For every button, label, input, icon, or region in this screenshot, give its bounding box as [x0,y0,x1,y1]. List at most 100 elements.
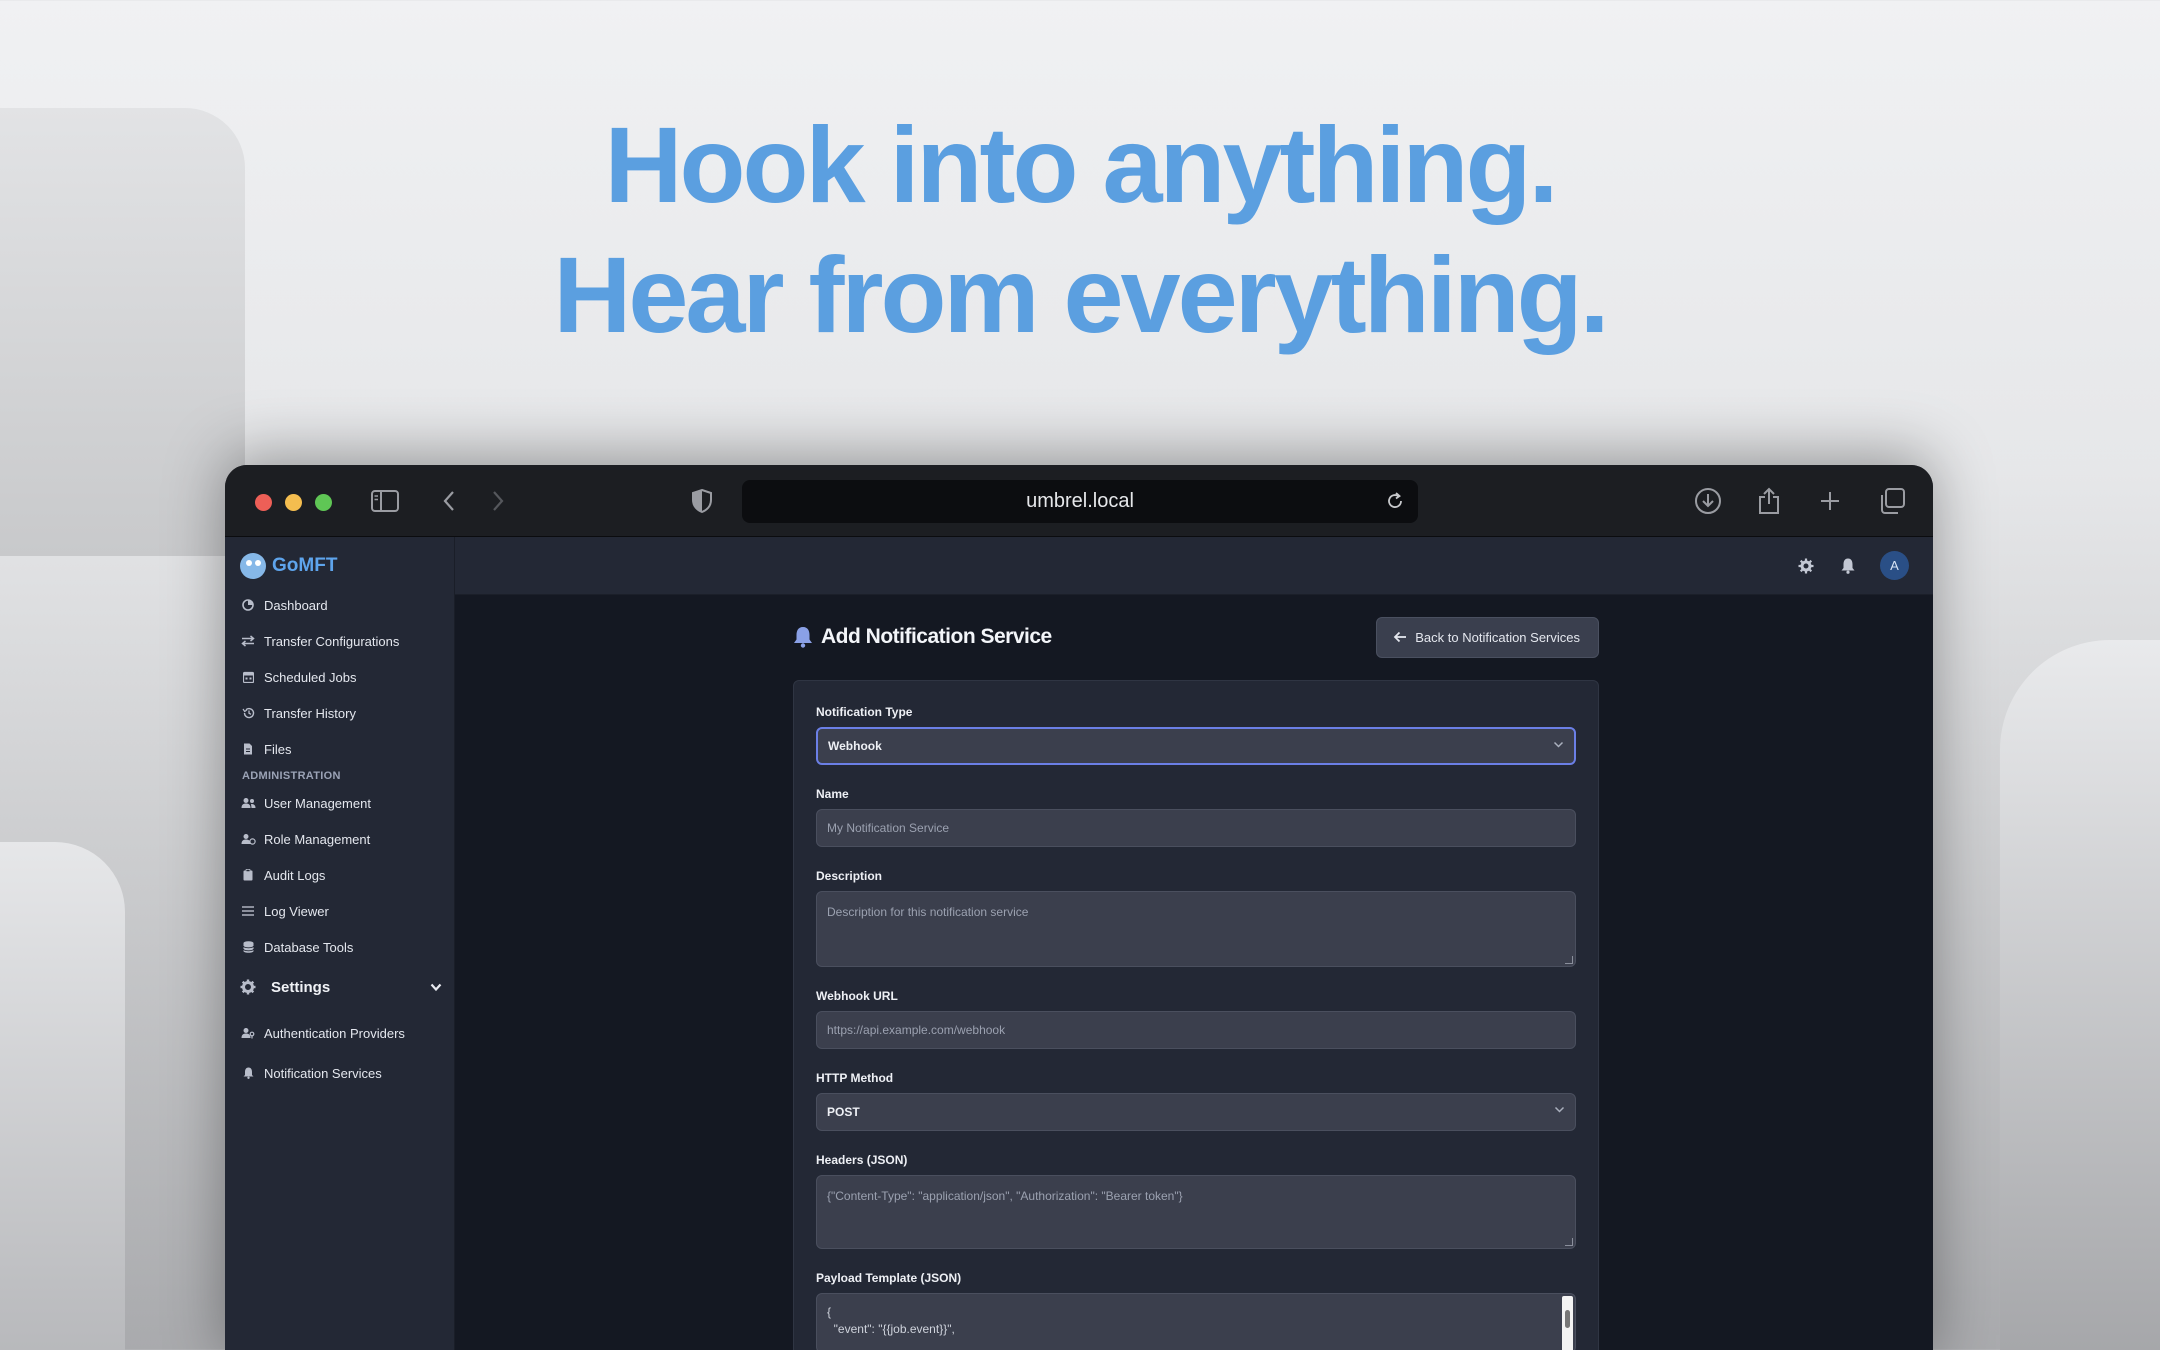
sidebar-item-user-management[interactable]: User Management [225,785,454,821]
sidebar-item-label: Database Tools [264,939,354,955]
sidebar-item-label: Notification Services [264,1065,382,1081]
sidebar: GoMFT Dashboard Transfer Configurations … [225,537,455,1350]
clipboard-icon [239,868,257,882]
name-field: Name My Notification Service [816,787,1576,847]
chevron-down-icon [430,979,442,996]
page-title-text: Add Notification Service [821,625,1052,648]
sidebar-item-audit-logs[interactable]: Audit Logs [225,857,454,893]
role-icon [239,832,257,846]
transfer-icon [239,634,257,648]
sidebar-item-database-tools[interactable]: Database Tools [225,929,454,965]
notification-form: Notification Type Webhook Name My Notifi… [793,680,1599,1350]
dashboard-icon [239,598,257,612]
sidebar-item-log-viewer[interactable]: Log Viewer [225,893,454,929]
page-content: Add Notification Service Back to Notific… [793,616,1599,1350]
sidebar-item-dashboard[interactable]: Dashboard [225,587,454,623]
gopher-logo-icon [240,553,266,579]
users-key-icon [239,1026,257,1040]
bell-icon [239,1066,257,1080]
main-content: A Add Notification Service Back to Notif… [455,537,1933,1350]
webhook-url-label: Webhook URL [816,989,898,1003]
back-to-notification-services-button[interactable]: Back to Notification Services [1376,616,1599,658]
description-placeholder: Description for this notification servic… [827,905,1029,919]
app-topbar: A [455,537,1933,595]
description-textarea[interactable]: Description for this notification servic… [816,891,1576,967]
share-icon[interactable] [1751,483,1787,519]
forward-icon[interactable] [480,483,516,519]
sidebar-item-label: Transfer History [264,705,356,721]
reload-icon[interactable] [1380,486,1410,516]
minimize-window-button[interactable] [285,494,302,511]
webhook-url-field: Webhook URL https://api.example.com/webh… [816,989,1576,1049]
page-title: Add Notification Service [793,625,1052,649]
notification-type-field: Notification Type Webhook [816,705,1576,765]
browser-window: umbrel.local GoMFT Dashboard Transfer Co… [225,465,1933,1350]
page-header: Add Notification Service Back to Notific… [793,616,1599,658]
shield-icon[interactable] [684,483,720,519]
sidebar-item-role-management[interactable]: Role Management [225,821,454,857]
http-method-select[interactable]: POST [816,1093,1576,1131]
tab-overview-icon[interactable] [1874,483,1910,519]
download-icon[interactable] [1690,483,1726,519]
back-button-label: Back to Notification Services [1415,629,1580,645]
sidebar-item-authentication-providers[interactable]: Authentication Providers [225,1013,454,1053]
chevron-down-icon [1553,741,1564,749]
resize-handle[interactable] [1565,956,1573,964]
bell-icon [793,626,813,648]
back-icon[interactable] [431,483,467,519]
http-method-value: POST [827,1105,860,1119]
sidebar-item-notification-services[interactable]: Notification Services [225,1053,454,1093]
sidebar-item-label: Audit Logs [264,867,326,883]
headers-textarea[interactable]: {"Content-Type": "application/json", "Au… [816,1175,1576,1249]
gear-icon [239,979,257,995]
sidebar-item-label: Log Viewer [264,903,329,919]
sidebar-item-label: Dashboard [264,597,328,613]
name-input[interactable]: My Notification Service [816,809,1576,847]
close-window-button[interactable] [255,494,272,511]
background-shape-left-bottom [0,842,125,1350]
file-icon [239,742,257,756]
payload-line: { [827,1305,832,1319]
payload-line: "event": "{{job.event}}", [827,1322,955,1336]
headers-label: Headers (JSON) [816,1153,908,1167]
sidebar-item-transfer-configurations[interactable]: Transfer Configurations [225,623,454,659]
sidebar-item-label: Files [264,741,292,757]
notification-type-label: Notification Type [816,705,913,719]
notification-type-value: Webhook [828,739,882,753]
background-shape-right [2000,640,2160,1350]
sidebar-item-transfer-history[interactable]: Transfer History [225,695,454,731]
headers-field: Headers (JSON) {"Content-Type": "applica… [816,1153,1576,1249]
settings-label: Settings [271,978,331,996]
payload-template-textarea[interactable]: { "event": "{{job.event}}", [816,1293,1576,1350]
gear-icon[interactable] [1795,555,1817,577]
app-logo[interactable]: GoMFT [225,549,454,583]
headers-placeholder: {"Content-Type": "application/json", "Au… [827,1189,1183,1203]
administration-heading: ADMINISTRATION [242,770,341,782]
history-icon [239,706,257,720]
payload-template-field: Payload Template (JSON) { "event": "{{jo… [816,1271,1576,1350]
database-icon [239,940,257,954]
sidebar-settings-toggle[interactable]: Settings [225,965,454,1009]
sidebar-item-label: Role Management [264,831,371,847]
sidebar-item-scheduled-jobs[interactable]: Scheduled Jobs [225,659,454,695]
address-bar[interactable]: umbrel.local [742,480,1418,523]
chevron-down-icon [1554,1106,1565,1114]
bell-icon[interactable] [1837,555,1859,577]
user-avatar[interactable]: A [1880,551,1909,580]
payload-scrollbar[interactable] [1562,1296,1573,1350]
webhook-url-input[interactable]: https://api.example.com/webhook [816,1011,1576,1049]
users-icon [239,796,257,810]
zoom-window-button[interactable] [315,494,332,511]
resize-handle[interactable] [1565,1238,1573,1246]
notification-type-select[interactable]: Webhook [816,727,1576,765]
browser-titlebar: umbrel.local [225,465,1933,537]
sidebar-toggle-icon[interactable] [367,483,403,519]
new-tab-icon[interactable] [1812,483,1848,519]
hero-line-1: Hook into anything. [604,104,1559,225]
list-icon [239,904,257,918]
hero-line-2: Hear from everything. [553,234,1609,355]
sidebar-item-label: Scheduled Jobs [264,669,357,685]
sidebar-item-files[interactable]: Files [225,731,454,767]
url-text: umbrel.local [1026,490,1134,512]
gomft-app: GoMFT Dashboard Transfer Configurations … [225,537,1933,1350]
